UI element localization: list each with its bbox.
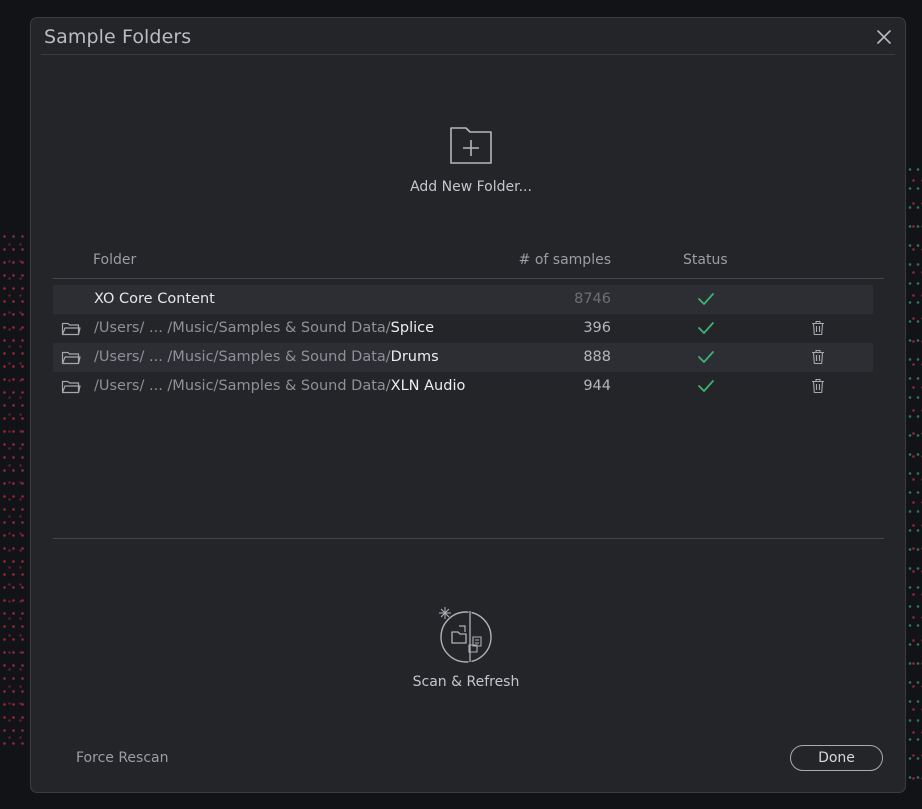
- close-button[interactable]: [875, 28, 893, 46]
- check-icon: [698, 380, 714, 392]
- table-row[interactable]: /Users/ ... /Music/Samples & Sound Data/…: [53, 314, 873, 343]
- check-icon: [698, 351, 714, 363]
- sample-count: 396: [583, 320, 611, 336]
- sample-folders-dialog: Sample Folders Add New Folder... Folder …: [30, 17, 906, 793]
- scan-refresh-button[interactable]: Scan & Refresh: [391, 606, 541, 696]
- scan-refresh-icon: [439, 607, 492, 664]
- add-new-folder-label: Add New Folder...: [410, 179, 532, 195]
- column-header-status: Status: [683, 252, 728, 268]
- table-row[interactable]: /Users/ ... /Music/Samples & Sound Data/…: [53, 372, 873, 401]
- folder-path: /Users/ ... /Music/Samples & Sound Data/…: [94, 372, 465, 401]
- column-header-samples: # of samples: [518, 252, 611, 268]
- folder-name: XLN Audio: [390, 378, 466, 394]
- folder-path: /Users/ ... /Music/Samples & Sound Data/…: [94, 343, 439, 372]
- folder-name: Splice: [390, 320, 435, 336]
- sample-count: 888: [583, 349, 611, 365]
- folder-plus-icon: [450, 127, 492, 164]
- sample-count: 8746: [574, 291, 611, 307]
- folder-name: Drums: [390, 349, 439, 365]
- close-icon: [877, 30, 891, 44]
- folder-list: XO Core Content 8746 /Users/ ... /Music/…: [53, 285, 873, 401]
- table-header: Folder # of samples Status: [53, 252, 884, 278]
- folder-path-prefix: /Users/ ... /Music/Samples & Sound Data/: [94, 378, 391, 394]
- sample-count: 944: [583, 378, 611, 394]
- background-visualizer-right: [906, 160, 922, 780]
- force-rescan-button[interactable]: Force Rescan: [76, 750, 168, 766]
- list-bottom-divider: [53, 538, 884, 539]
- scan-refresh-label: Scan & Refresh: [412, 674, 520, 690]
- done-button[interactable]: Done: [790, 745, 883, 771]
- folder-open-icon: [61, 322, 81, 336]
- trash-icon[interactable]: [811, 349, 825, 365]
- column-header-folder: Folder: [93, 252, 137, 268]
- folder-path: /Users/ ... /Music/Samples & Sound Data/…: [94, 314, 434, 343]
- folder-path-prefix: /Users/ ... /Music/Samples & Sound Data/: [94, 320, 391, 336]
- folder-open-icon: [61, 351, 81, 365]
- dialog-title: Sample Folders: [44, 26, 192, 48]
- check-icon: [698, 322, 714, 334]
- table-row[interactable]: /Users/ ... /Music/Samples & Sound Data/…: [53, 343, 873, 372]
- add-new-folder-button[interactable]: Add New Folder...: [381, 123, 561, 213]
- background-visualizer-left: [0, 230, 30, 750]
- folder-open-icon: [61, 380, 81, 394]
- trash-icon[interactable]: [811, 378, 825, 394]
- title-divider: [41, 54, 895, 55]
- folder-path-prefix: /Users/ ... /Music/Samples & Sound Data/: [94, 349, 391, 365]
- table-row[interactable]: XO Core Content 8746: [53, 285, 873, 314]
- folder-name: XO Core Content: [94, 291, 215, 307]
- table-header-divider: [53, 278, 884, 279]
- trash-icon[interactable]: [811, 320, 825, 336]
- check-icon: [698, 293, 714, 305]
